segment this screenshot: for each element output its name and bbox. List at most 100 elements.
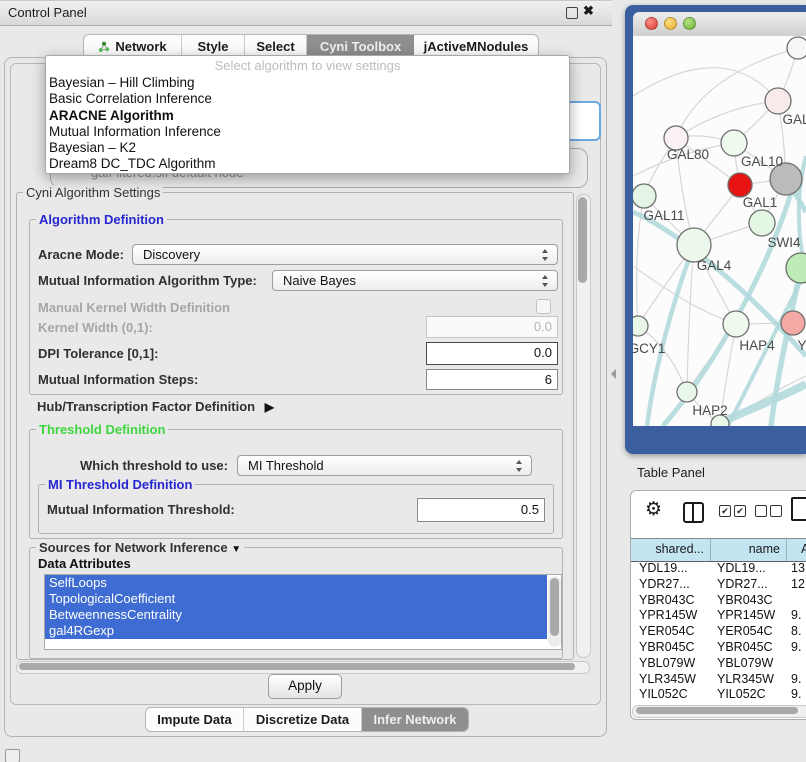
table-cell: YLR345W xyxy=(711,672,787,688)
network-node-label: GCY1 xyxy=(633,341,665,356)
network-node-gal4[interactable] xyxy=(677,228,711,262)
close-traffic-light-icon[interactable] xyxy=(645,17,658,30)
table-row[interactable]: YBL079WYBL079W xyxy=(631,656,806,672)
tab-impute-data-label: Impute Data xyxy=(157,712,231,727)
network-canvas[interactable]: GALGAL80GAL10GAL1SWI4GAL11GAL4GCY1HAP4YH… xyxy=(633,36,806,426)
network-node-label: HAP2 xyxy=(692,403,727,418)
collapsed-panel-icon[interactable] xyxy=(5,749,20,762)
data-attribute-item[interactable]: gal4RGexp xyxy=(45,623,547,639)
deselect-checkbox-icon[interactable] xyxy=(755,505,767,517)
network-node-hap4[interactable] xyxy=(723,311,749,337)
settings-vertical-scrollbar[interactable] xyxy=(576,194,591,658)
table-cell: 13 xyxy=(787,561,806,577)
sources-group-title[interactable]: Sources for Network Inference ▼ xyxy=(36,540,244,557)
algorithm-option[interactable]: Mutual Information Inference xyxy=(46,124,569,140)
network-node-gal11[interactable] xyxy=(633,184,656,208)
table-row[interactable]: YIL052CYIL052C9. xyxy=(631,687,806,703)
table-cell: YER054C xyxy=(711,624,787,640)
algorithm-dropdown-list: Bayesian – Hill ClimbingBasic Correlatio… xyxy=(46,75,569,173)
data-attribute-item[interactable]: SelfLoops xyxy=(45,575,547,591)
network-node-label: GAL1 xyxy=(743,195,778,210)
mi-threshold-definition-title: MI Threshold Definition xyxy=(45,477,195,492)
new-table-icon[interactable] xyxy=(791,497,806,521)
table-row[interactable]: YDR27...YDR27...12 xyxy=(631,577,806,593)
network-node-gal[interactable] xyxy=(765,88,791,114)
mi-steps-label: Mutual Information Steps: xyxy=(38,372,198,387)
tab-impute-data[interactable]: Impute Data xyxy=(146,708,244,731)
network-node[interactable] xyxy=(786,253,806,283)
which-threshold-label: Which threshold to use: xyxy=(30,458,228,473)
table-cell: YER054C xyxy=(631,624,711,640)
network-node-gal10[interactable] xyxy=(721,130,747,156)
network-node-y[interactable] xyxy=(781,311,805,335)
which-threshold-select[interactable]: MI Threshold xyxy=(237,455,532,476)
table-body: YDL19...YDL19...13YDR27...YDR27...12YBR0… xyxy=(631,561,806,703)
mi-steps-input[interactable]: 6 xyxy=(426,369,558,390)
table-row[interactable]: YBR043CYBR043C xyxy=(631,593,806,609)
aracne-mode-select[interactable]: Discovery xyxy=(132,244,558,265)
data-attributes-list[interactable]: SelfLoopsTopologicalCoefficientBetweenne… xyxy=(44,574,562,650)
mi-algorithm-type-label: Mutual Information Algorithm Type: xyxy=(38,273,257,288)
algorithm-option[interactable]: ARACNE Algorithm xyxy=(46,108,569,124)
table-horizontal-scrollbar-thumb[interactable] xyxy=(636,707,798,714)
table-row[interactable]: YDL19...YDL19...13 xyxy=(631,561,806,577)
network-node-gcy1[interactable] xyxy=(633,316,648,336)
manual-kernel-width-checkbox[interactable] xyxy=(536,299,551,314)
splitter-collapse-icon[interactable] xyxy=(611,369,616,379)
network-view-window[interactable]: GALGAL80GAL10GAL1SWI4GAL11GAL4GCY1HAP4YH… xyxy=(625,5,806,454)
table-horizontal-scrollbar[interactable] xyxy=(632,705,806,718)
tab-discretize-data-label: Discretize Data xyxy=(256,712,349,727)
dpi-tolerance-input[interactable]: 0.0 xyxy=(426,342,558,365)
table-row[interactable]: YER054CYER054C8. xyxy=(631,624,806,640)
algorithm-option[interactable]: Bayesian – K2 xyxy=(46,140,569,156)
algorithm-definition-group: Algorithm Definition Aracne Mode: Discov… xyxy=(29,219,563,395)
mi-threshold-input[interactable]: 0.5 xyxy=(417,498,545,522)
column-header-name[interactable]: name xyxy=(711,539,787,561)
algorithm-option[interactable]: Dream8 DC_TDC Algorithm xyxy=(46,156,569,172)
zoom-traffic-light-icon[interactable] xyxy=(683,17,696,30)
mi-algorithm-type-select[interactable]: Naive Bayes xyxy=(272,270,558,291)
manual-kernel-width-label: Manual Kernel Width Definition xyxy=(38,300,230,315)
network-node[interactable] xyxy=(787,37,806,59)
select-all-checkbox-icon[interactable]: ✔ xyxy=(719,505,731,517)
mi-algorithm-type-value: Naive Bayes xyxy=(283,273,356,288)
tab-infer-network[interactable]: Infer Network xyxy=(362,708,468,731)
network-node-swi4[interactable] xyxy=(749,210,775,236)
table-cell: YPR145W xyxy=(711,608,787,624)
table-row[interactable]: YLR345WYLR345W9. xyxy=(631,672,806,688)
minimize-traffic-light-icon[interactable] xyxy=(664,17,677,30)
attributes-scrollbar-thumb[interactable] xyxy=(550,578,559,636)
settings-horizontal-scrollbar-thumb[interactable] xyxy=(19,663,575,670)
settings-vertical-scrollbar-thumb[interactable] xyxy=(578,197,587,283)
tab-discretize-data[interactable]: Discretize Data xyxy=(244,708,362,731)
network-node-hap2[interactable] xyxy=(677,382,697,402)
network-window-titlebar[interactable] xyxy=(633,12,806,36)
column-layout-icon[interactable] xyxy=(683,502,704,523)
close-icon[interactable]: ✖ xyxy=(583,3,594,19)
attributes-scrollbar[interactable] xyxy=(548,576,561,647)
threshold-definition-group: Threshold Definition Which threshold to … xyxy=(29,429,563,539)
algorithm-option[interactable]: Basic Correlation Inference xyxy=(46,91,569,107)
select-all-checkbox-icon[interactable]: ✔ xyxy=(734,505,746,517)
network-node-label: GAL11 xyxy=(643,208,684,223)
apply-button[interactable]: Apply xyxy=(268,674,342,699)
algorithm-option[interactable]: Bayesian – Hill Climbing xyxy=(46,75,569,91)
network-node-gal1[interactable] xyxy=(728,173,752,197)
column-header-partial[interactable]: A xyxy=(787,539,806,561)
float-window-icon[interactable] xyxy=(566,7,578,19)
table-row[interactable]: YBR045CYBR045C9. xyxy=(631,640,806,656)
kernel-width-input[interactable]: 0.0 xyxy=(426,316,558,338)
network-node-label: GAL80 xyxy=(667,147,709,162)
deselect-checkbox-icon[interactable] xyxy=(770,505,782,517)
table-settings-gear-icon[interactable]: ⚙ xyxy=(645,498,662,520)
hub-transcription-factor-toggle[interactable]: Hub/Transcription Factor Definition ▶ xyxy=(37,399,274,414)
data-attribute-item[interactable]: TopologicalCoefficient xyxy=(45,591,547,607)
control-panel-title: Control Panel xyxy=(8,1,87,24)
table-panel-widget: ⚙ ✔ ✔ shared... name A YDL19...YDL19...1… xyxy=(630,490,806,720)
settings-horizontal-scrollbar[interactable] xyxy=(16,661,590,674)
algorithm-definition-title: Algorithm Definition xyxy=(36,212,167,227)
data-attribute-item[interactable]: BetweennessCentrality xyxy=(45,607,547,623)
table-row[interactable]: YPR145WYPR145W9. xyxy=(631,608,806,624)
application-window: Control Panel ✖ Network Style Select xyxy=(0,0,806,762)
column-header-shared[interactable]: shared... xyxy=(631,539,711,561)
